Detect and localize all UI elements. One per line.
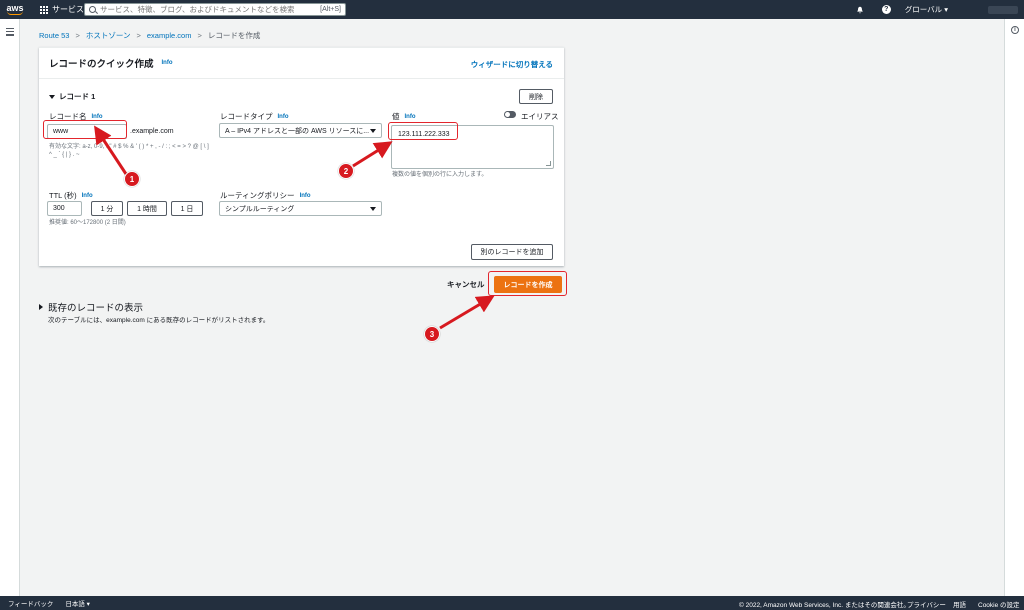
aws-logo[interactable]: aws <box>0 0 30 19</box>
chevron-right-icon: > <box>136 31 141 40</box>
info-panel-icon[interactable]: i <box>1011 26 1019 34</box>
switch-to-wizard-link[interactable]: ウィザードに切り替える <box>471 59 553 70</box>
record-name-hint: 有効な文字: a-z, 0-9, ! " # $ % & ' ( ) * + ,… <box>49 144 209 158</box>
alias-toggle[interactable] <box>504 111 516 118</box>
record-section-title: レコード 1 <box>59 92 96 101</box>
page-title: レコードのクイック作成 <box>49 59 154 70</box>
services-label: サービス <box>52 5 84 14</box>
ttl-label: TTL (秒) <box>49 191 77 200</box>
routing-label-row: ルーティングポリシー Info <box>220 190 311 201</box>
breadcrumb-hosted-zones[interactable]: ホストゾーン <box>86 30 131 41</box>
annotation-badge-1: 1 <box>124 171 140 187</box>
existing-records-desc: 次のテーブルには、example.com にある既存のレコードがリストされます。 <box>48 317 270 324</box>
value-label: 値 <box>392 112 400 121</box>
routing-policy-select[interactable]: シンプルルーティング <box>219 201 382 216</box>
value-hint: 複数の値を個別の行に入力します。 <box>392 172 488 178</box>
cookie-settings-link[interactable]: Cookie の設定 <box>978 599 1020 609</box>
search-bar[interactable]: [Alt+S] <box>84 3 346 16</box>
search-input[interactable] <box>100 5 321 14</box>
annotation-badge-2: 2 <box>338 163 354 179</box>
aws-smile-icon <box>7 11 23 15</box>
record-type-value: A – IPv4 アドレスと一部の AWS リソースに... <box>225 127 370 135</box>
cancel-button[interactable]: キャンセル <box>447 279 485 290</box>
quick-create-panel: レコードのクイック作成 Info ウィザードに切り替える レコード 1 削除 レ… <box>39 47 564 266</box>
info-link[interactable]: Info <box>82 193 93 199</box>
annotation-badge-3: 3 <box>424 326 440 342</box>
record-section-toggle[interactable]: レコード 1 <box>49 91 95 102</box>
top-nav: aws サービス [Alt+S] ? グローバル ▾ <box>0 0 1024 19</box>
footer: フィードバック 日本語 ▾ © 2022, Amazon Web Service… <box>0 596 1024 610</box>
right-rail: i <box>1004 19 1024 596</box>
alias-label: エイリアス <box>521 112 559 121</box>
highlight-record-name <box>43 120 127 139</box>
privacy-link[interactable]: プライバシー <box>907 599 946 609</box>
copyright-text: © 2022, Amazon Web Services, Inc. またはその関… <box>739 602 910 609</box>
breadcrumb-current: レコードを作成 <box>207 31 261 40</box>
ttl-hint: 推奨値: 60～172800 (2 日間) <box>49 220 126 226</box>
ttl-1day-button[interactable]: 1 日 <box>171 201 203 216</box>
caret-down-icon <box>370 129 376 133</box>
search-shortcut: [Alt+S] <box>320 6 341 13</box>
existing-records-toggle[interactable]: 既存のレコードの表示 <box>39 300 143 314</box>
help-icon[interactable]: ? <box>881 5 891 14</box>
info-link[interactable]: Info <box>92 114 103 120</box>
add-record-button[interactable]: 別のレコードを追加 <box>471 244 553 260</box>
caret-down-icon <box>49 94 55 99</box>
value-label-row: 値 Info <box>392 111 416 122</box>
caret-right-icon <box>39 304 43 310</box>
delete-button[interactable]: 削除 <box>519 89 553 104</box>
routing-policy-value: シンプルルーティング <box>225 205 295 213</box>
existing-records-title: 既存のレコードの表示 <box>48 303 144 314</box>
breadcrumb-zone[interactable]: example.com <box>147 31 192 40</box>
info-link[interactable]: Info <box>278 114 289 120</box>
ttl-label-row: TTL (秒) Info <box>49 190 93 201</box>
ttl-input[interactable]: 300 <box>47 201 82 216</box>
account-menu[interactable] <box>988 5 1018 14</box>
highlight-value <box>388 122 458 140</box>
bell-icon[interactable] <box>856 6 864 14</box>
feedback-link[interactable]: フィードバック <box>8 598 53 608</box>
resize-handle-icon[interactable] <box>546 161 551 166</box>
ttl-1min-button[interactable]: 1 分 <box>91 201 123 216</box>
chevron-right-icon: > <box>197 31 202 40</box>
info-link[interactable]: Info <box>300 193 311 199</box>
breadcrumb: Route 53 > ホストゾーン > example.com > レコードを作… <box>39 30 260 41</box>
language-selector[interactable]: 日本語 ▾ <box>65 598 90 608</box>
record-type-label-row: レコードタイプ Info <box>220 111 289 122</box>
breadcrumb-route53[interactable]: Route 53 <box>39 31 69 40</box>
create-record-button[interactable]: レコードを作成 <box>494 276 562 293</box>
panel-header: レコードのクイック作成 Info ウィザードに切り替える <box>39 48 564 79</box>
services-menu[interactable]: サービス <box>40 4 84 15</box>
caret-down-icon <box>370 207 376 211</box>
arrow-3 <box>439 295 495 330</box>
ttl-1hour-button[interactable]: 1 時間 <box>127 201 167 216</box>
menu-icon[interactable] <box>6 28 14 38</box>
info-link[interactable]: Info <box>162 60 173 66</box>
region-selector[interactable]: グローバル ▾ <box>905 4 948 15</box>
record-type-label: レコードタイプ <box>220 112 273 121</box>
routing-policy-label: ルーティングポリシー <box>220 191 295 200</box>
left-rail <box>0 19 20 596</box>
chevron-right-icon: > <box>75 31 80 40</box>
grid-icon <box>40 5 48 14</box>
record-type-select[interactable]: A – IPv4 アドレスと一部の AWS リソースに... <box>219 123 382 138</box>
search-icon <box>89 6 96 13</box>
record-name-suffix: .example.com <box>130 128 174 135</box>
info-link[interactable]: Info <box>405 114 416 120</box>
terms-link[interactable]: 用語 <box>953 599 966 609</box>
